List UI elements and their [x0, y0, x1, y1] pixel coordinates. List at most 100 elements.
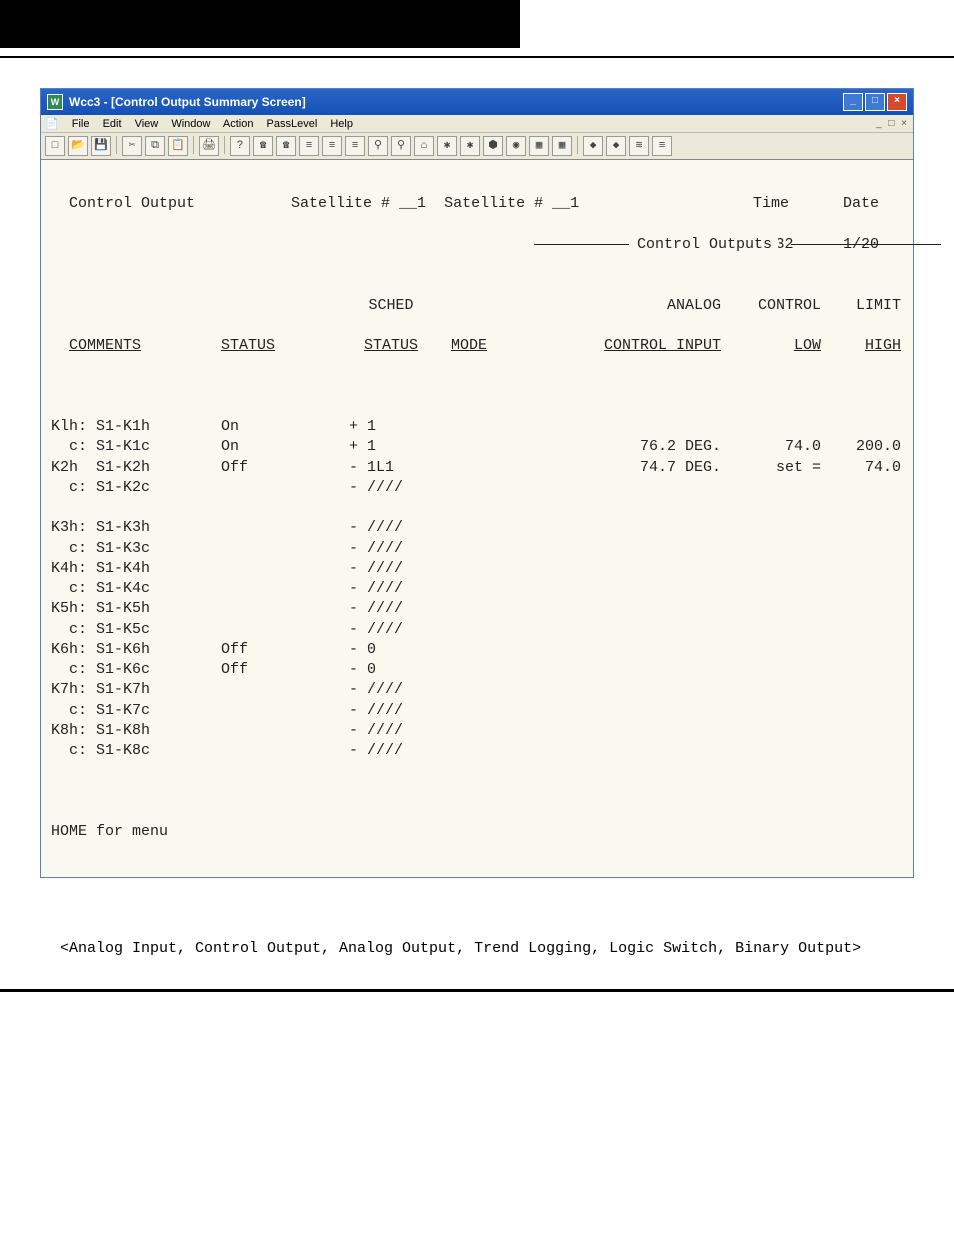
- menu-help[interactable]: Help: [330, 118, 353, 130]
- cell-mode: [451, 579, 551, 599]
- table-row: [51, 498, 903, 518]
- cell-mode: [451, 539, 551, 559]
- cell-sched: - ////: [331, 620, 451, 640]
- open-icon[interactable]: 📂: [68, 136, 88, 156]
- tool-icon-3[interactable]: ≡: [299, 136, 319, 156]
- cell-status: Off: [221, 640, 331, 660]
- cell-status: [221, 620, 331, 640]
- maximize-button[interactable]: □: [865, 93, 885, 111]
- cell-sched: - ////: [331, 539, 451, 559]
- col-mode: MODE: [451, 337, 487, 354]
- cell-limit: [821, 417, 901, 437]
- close-button[interactable]: ×: [887, 93, 907, 111]
- tool-icon-17[interactable]: ≋: [629, 136, 649, 156]
- col-comments: COMMENTS: [69, 337, 141, 354]
- toolbar-sep-3: [224, 136, 225, 154]
- cell-mode: [451, 741, 551, 761]
- print-icon[interactable]: 🖨: [199, 136, 219, 156]
- cell-sched: - ////: [331, 559, 451, 579]
- help-icon[interactable]: ?: [230, 136, 250, 156]
- cell-mode: [451, 721, 551, 741]
- cell-control: set =: [721, 458, 821, 478]
- table-row: c: S1-K3c - ////: [51, 539, 903, 559]
- cell-analog: [551, 518, 721, 538]
- menu-action[interactable]: Action: [223, 118, 254, 130]
- table-row: K5h: S1-K5h - ////: [51, 599, 903, 619]
- cell-sched: - ////: [331, 599, 451, 619]
- sat-label-2: Satellite #: [444, 195, 543, 212]
- tool-icon-4[interactable]: ≡: [322, 136, 342, 156]
- titlebar: W Wcc3 - [Control Output Summary Screen]…: [41, 89, 913, 115]
- cell-status: [221, 701, 331, 721]
- menu-edit[interactable]: Edit: [103, 118, 122, 130]
- tool-icon-5[interactable]: ≡: [345, 136, 365, 156]
- col-limit-1: LIMIT: [821, 296, 901, 316]
- cell-mode: [451, 680, 551, 700]
- cell-control: [721, 680, 821, 700]
- app-window: W Wcc3 - [Control Output Summary Screen]…: [40, 88, 914, 878]
- tool-icon-12[interactable]: ◉: [506, 136, 526, 156]
- tool-icon-7[interactable]: ⚲: [391, 136, 411, 156]
- cell-analog: [551, 539, 721, 559]
- save-icon[interactable]: 💾: [91, 136, 111, 156]
- cell-comment: c: S1-K8c: [51, 741, 221, 761]
- tool-icon-11[interactable]: ⬢: [483, 136, 503, 156]
- tool-icon-18[interactable]: ≡: [652, 136, 672, 156]
- cell-analog: [551, 478, 721, 498]
- cell-limit: [821, 721, 901, 741]
- cell-mode: [451, 660, 551, 680]
- copy-icon[interactable]: ⧉: [145, 136, 165, 156]
- tool-icon-15[interactable]: ◆: [583, 136, 603, 156]
- cell-analog: [551, 660, 721, 680]
- tool-icon-8[interactable]: ⌂: [414, 136, 434, 156]
- tool-icon-2[interactable]: ☎: [276, 136, 296, 156]
- cell-control: [721, 640, 821, 660]
- table-row: c: S1-K5c - ////: [51, 620, 903, 640]
- menu-view[interactable]: View: [135, 118, 159, 130]
- paste-icon[interactable]: 📋: [168, 136, 188, 156]
- doc-icon: 📄: [45, 118, 59, 130]
- tool-icon-1[interactable]: ☎: [253, 136, 273, 156]
- control-output-label: Control Output: [69, 195, 195, 212]
- menu-file[interactable]: File: [72, 118, 90, 130]
- top-rule: [0, 56, 954, 58]
- table-row: c: S1-K4c - ////: [51, 579, 903, 599]
- table-row: K3h: S1-K3h - ////: [51, 518, 903, 538]
- cell-limit: [821, 559, 901, 579]
- cell-sched: - ////: [331, 518, 451, 538]
- cell-comment: K8h: S1-K8h: [51, 721, 221, 741]
- cell-control: [721, 579, 821, 599]
- tool-icon-13[interactable]: ▦: [529, 136, 549, 156]
- sat-val-2: 1: [570, 195, 579, 212]
- cell-status: Off: [221, 458, 331, 478]
- cell-analog: 74.7 DEG.: [551, 458, 721, 478]
- tool-icon-14[interactable]: ▦: [552, 136, 572, 156]
- sat-label-1: Satellite #: [291, 195, 390, 212]
- below-line-2: Trend Logging, Logic Switch, Binary Outp…: [474, 940, 861, 957]
- col-analog-1: ANALOG: [551, 296, 721, 316]
- cell-status: [221, 539, 331, 559]
- cut-icon[interactable]: ✂: [122, 136, 142, 156]
- tool-icon-16[interactable]: ◆: [606, 136, 626, 156]
- tool-icon-9[interactable]: ✱: [437, 136, 457, 156]
- cell-limit: [821, 680, 901, 700]
- window-controls: _ □ ×: [843, 93, 907, 111]
- cell-limit: [821, 640, 901, 660]
- cell-comment: c: S1-K7c: [51, 701, 221, 721]
- table-row: K6h: S1-K6hOff - 0: [51, 640, 903, 660]
- cell-status: [221, 741, 331, 761]
- cell-status: [221, 579, 331, 599]
- table-row: Klh: S1-K1hOn + 1: [51, 417, 903, 437]
- minimize-button[interactable]: _: [843, 93, 863, 111]
- cell-sched: - ////: [331, 478, 451, 498]
- new-icon[interactable]: □: [45, 136, 65, 156]
- cell-limit: [821, 620, 901, 640]
- mdi-controls[interactable]: _ □ ×: [876, 118, 909, 129]
- cell-comment: K7h: S1-K7h: [51, 680, 221, 700]
- menu-passlevel[interactable]: PassLevel: [267, 118, 318, 130]
- cell-mode: [451, 640, 551, 660]
- tool-icon-10[interactable]: ✱: [460, 136, 480, 156]
- tool-icon-6[interactable]: ⚲: [368, 136, 388, 156]
- menu-window[interactable]: Window: [171, 118, 210, 130]
- client-area: Control Output Satellite # __1 Satellite…: [41, 160, 913, 877]
